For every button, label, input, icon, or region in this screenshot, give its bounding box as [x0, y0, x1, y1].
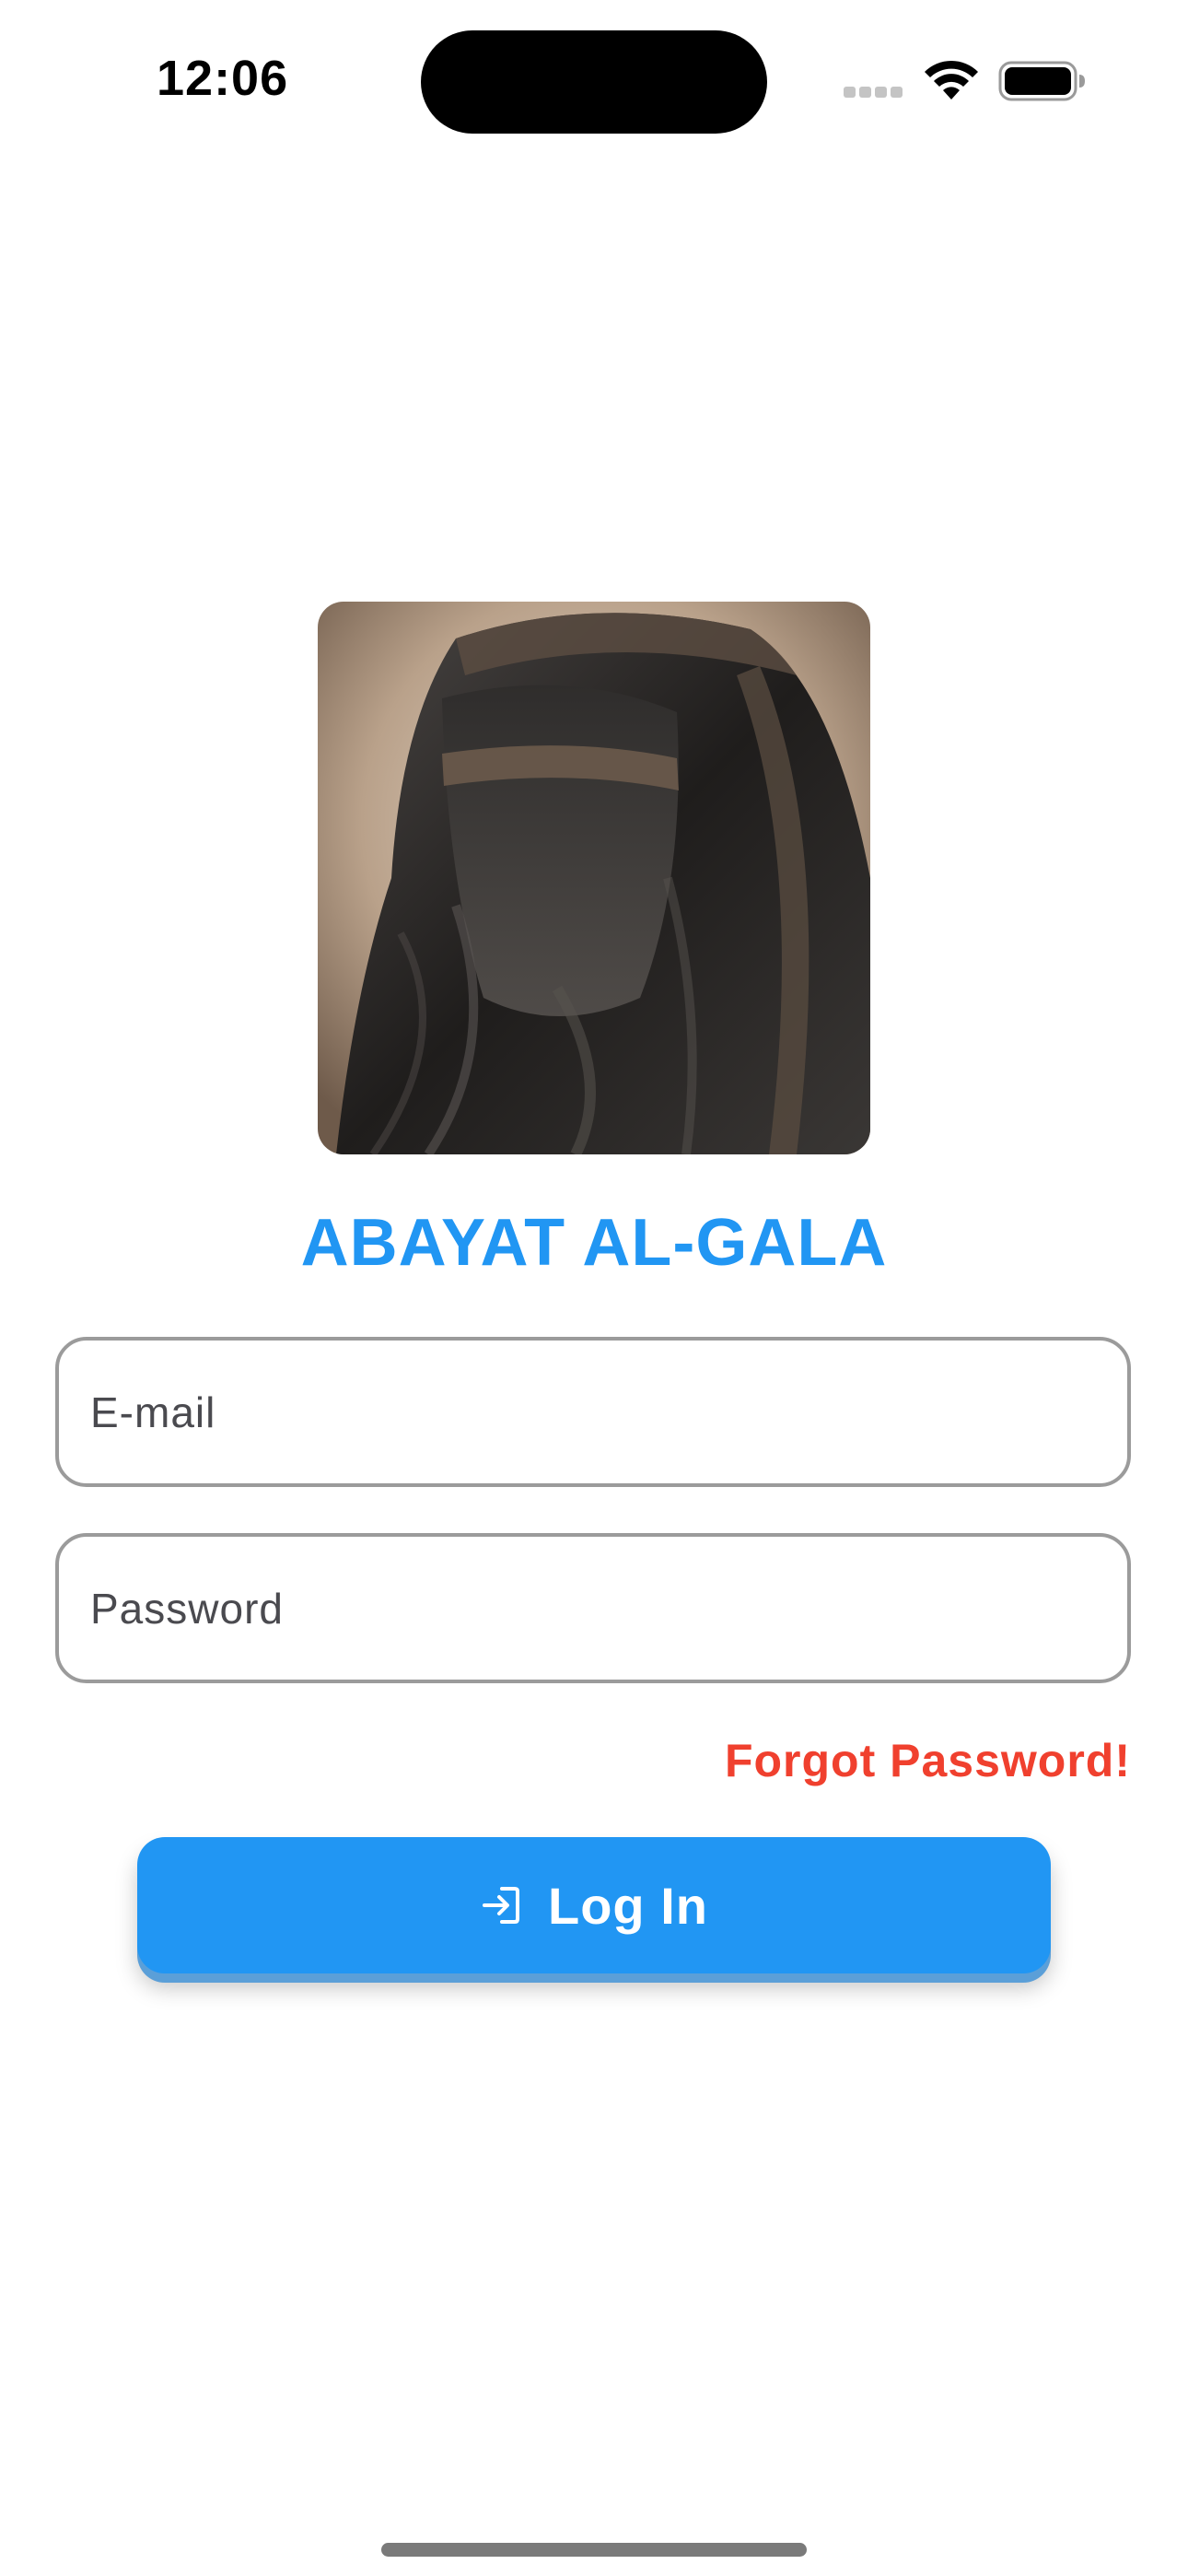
app-title: ABAYAT AL-GALA — [300, 1206, 888, 1280]
dynamic-island — [421, 30, 767, 134]
email-input[interactable] — [90, 1341, 1094, 1483]
home-indicator[interactable] — [381, 2543, 807, 2557]
login-screen: 12:06 ABAYAT AL-GALA E-mail Forgot Passw… — [0, 0, 1188, 2576]
wifi-icon — [923, 57, 980, 101]
status-bar: 12:06 — [0, 0, 1188, 157]
login-icon — [483, 1887, 520, 1924]
password-input[interactable] — [90, 1537, 1094, 1680]
login-label: Log In — [548, 1876, 708, 1935]
abaya-product-image — [318, 602, 870, 1154]
email-field[interactable] — [55, 1337, 1131, 1487]
login-button[interactable]: Log In — [137, 1837, 1051, 1973]
battery-icon — [998, 61, 1087, 101]
status-time: 12:06 — [157, 51, 289, 106]
password-field[interactable] — [55, 1533, 1131, 1683]
forgot-password-link[interactable]: Forgot Password! — [725, 1734, 1131, 1787]
cellular-signal-icon — [844, 87, 904, 98]
